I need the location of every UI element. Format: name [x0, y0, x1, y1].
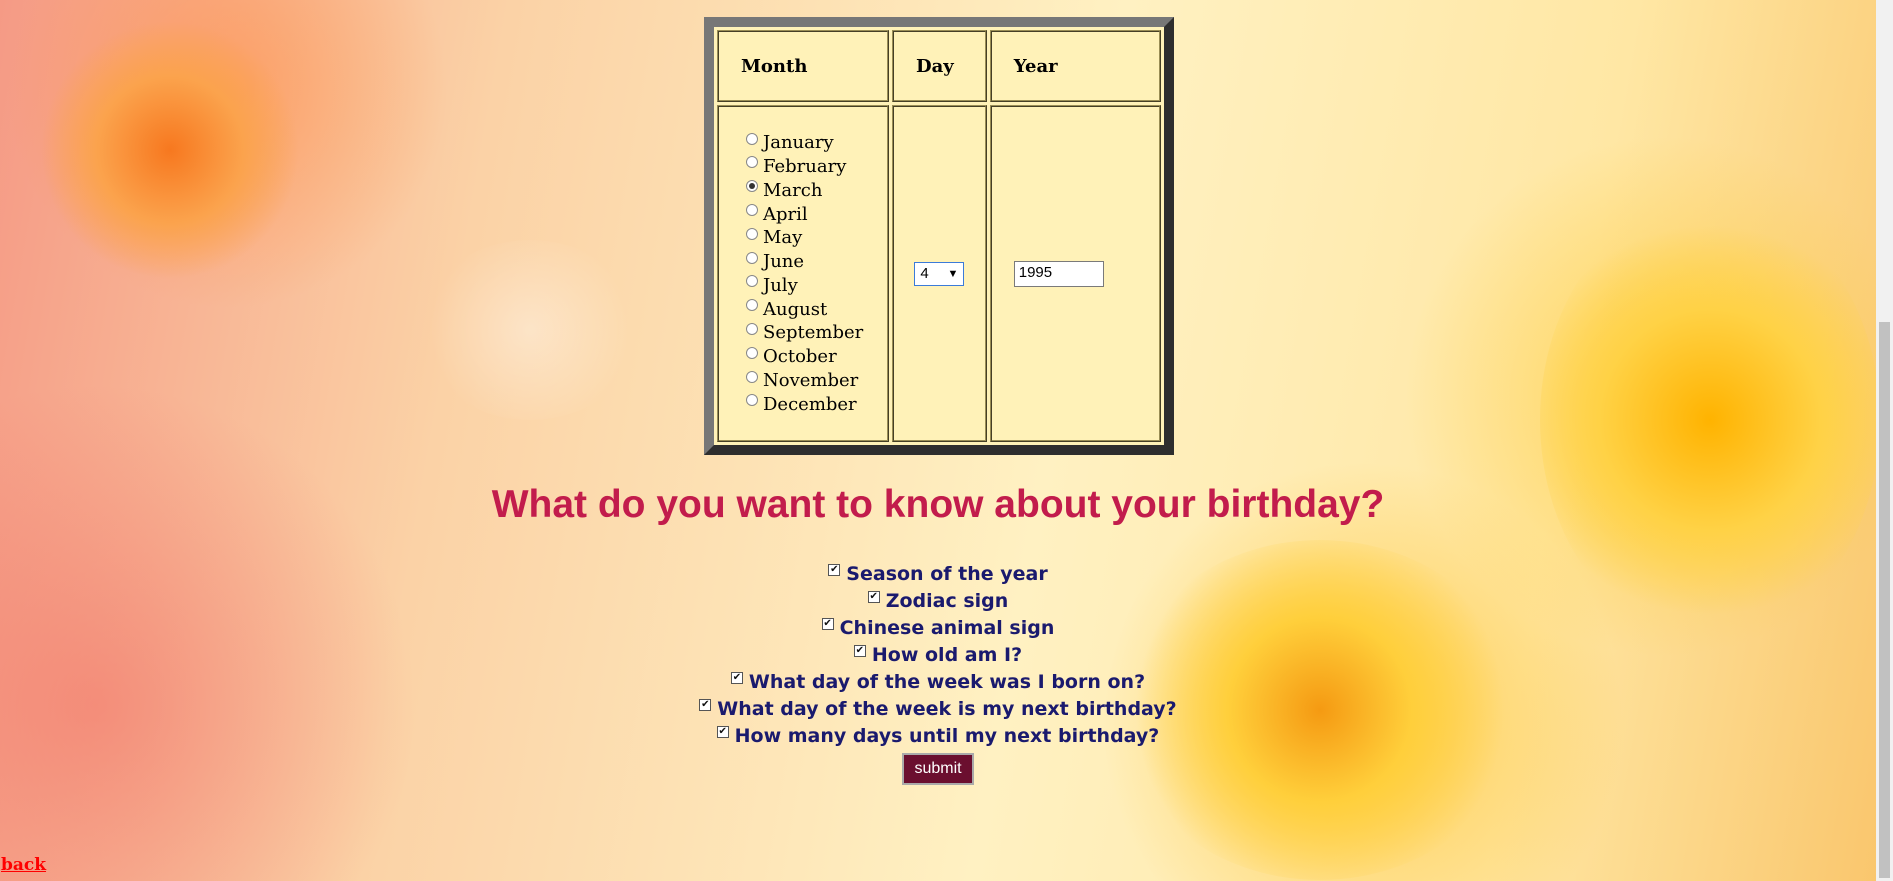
month-label: July [763, 274, 798, 296]
month-option-october[interactable]: October [746, 345, 886, 369]
question-heading: What do you want to know about your birt… [491, 483, 1385, 526]
radio-button[interactable] [746, 370, 758, 383]
birthdate-table: Month Day Year January February March April… [704, 17, 1174, 455]
checkbox[interactable]: ✔ [716, 725, 729, 738]
option-label: What day of the week was I born on? [748, 670, 1146, 693]
month-option-february[interactable]: February [746, 155, 886, 179]
radio-button[interactable] [746, 299, 758, 312]
dropdown-arrow-icon: ▼ [947, 267, 959, 280]
month-label: January [763, 132, 834, 154]
month-option-november[interactable]: November [746, 369, 886, 393]
day-select[interactable]: 4 ▼ [914, 261, 965, 286]
year-input[interactable]: 1995 [1013, 260, 1104, 287]
day-cell: 4 ▼ [892, 105, 987, 442]
checkbox[interactable]: ✔ [730, 671, 743, 684]
option-label: Zodiac sign [885, 589, 1009, 612]
month-option-august[interactable]: August [746, 297, 886, 321]
month-radio-group: January February March April May June July Augu… [717, 105, 889, 442]
radio-button[interactable] [746, 346, 758, 359]
day-select-value: 4 [920, 265, 929, 282]
option-item[interactable]: ✔ What day of the week was I born on? [0, 668, 1876, 695]
month-header: Month [717, 30, 889, 102]
submit-button[interactable]: submit [902, 753, 974, 785]
month-option-may[interactable]: May [746, 226, 886, 250]
radio-button[interactable] [746, 322, 758, 335]
option-label: How many days until my next birthday? [734, 724, 1160, 747]
option-label: Chinese animal sign [839, 616, 1055, 639]
back-link[interactable]: back [1, 855, 46, 875]
page-scrollbar[interactable] [1876, 0, 1893, 881]
option-label: What day of the week is my next birthday… [717, 697, 1177, 720]
month-label: April [763, 203, 808, 225]
checkbox[interactable]: ✔ [867, 590, 880, 603]
month-label: February [763, 155, 847, 177]
day-header: Day [892, 30, 987, 102]
scrollbar-thumb[interactable] [1879, 322, 1890, 878]
month-label: March [763, 179, 823, 201]
flower-decoration [40, 20, 300, 280]
month-option-january[interactable]: January [746, 131, 886, 155]
checkbox[interactable]: ✔ [828, 563, 841, 576]
checkbox[interactable]: ✔ [699, 698, 712, 711]
year-cell: 1995 [989, 105, 1161, 442]
option-item[interactable]: ✔ Season of the year [0, 560, 1876, 587]
month-label: October [763, 346, 837, 368]
option-label: Season of the year [846, 562, 1048, 585]
month-option-june[interactable]: June [746, 250, 886, 274]
option-item[interactable]: ✔ How many days until my next birthday? [0, 722, 1876, 749]
butterfly-decoration [420, 240, 640, 420]
month-option-march[interactable]: March [746, 178, 886, 202]
radio-button[interactable] [746, 394, 758, 407]
radio-button[interactable] [746, 204, 758, 216]
radio-button[interactable] [746, 180, 758, 193]
option-item[interactable]: ✔ Chinese animal sign [0, 614, 1876, 641]
month-label: November [763, 370, 859, 392]
month-label: June [763, 251, 805, 273]
radio-button[interactable] [746, 251, 758, 264]
checkbox[interactable]: ✔ [853, 644, 866, 657]
option-item[interactable]: ✔ Zodiac sign [0, 587, 1876, 614]
radio-button[interactable] [746, 275, 758, 288]
option-item[interactable]: ✔ How old am I? [0, 641, 1876, 668]
radio-button[interactable] [746, 227, 758, 240]
month-option-april[interactable]: April [746, 202, 886, 226]
option-item[interactable]: ✔ What day of the week is my next birthda… [0, 695, 1876, 722]
options-list: ✔ Season of the year ✔ Zodiac sign ✔ Chinese … [0, 560, 1876, 749]
radio-button[interactable] [746, 132, 758, 145]
month-label: December [763, 393, 857, 415]
month-label: May [763, 227, 803, 249]
month-label: August [763, 298, 828, 320]
month-label: September [763, 322, 864, 344]
month-option-september[interactable]: September [746, 321, 886, 345]
radio-button[interactable] [746, 156, 758, 169]
year-header: Year [989, 30, 1161, 102]
month-option-december[interactable]: December [746, 392, 886, 416]
checkbox[interactable]: ✔ [821, 617, 834, 630]
option-label: How old am I? [871, 643, 1023, 666]
month-option-july[interactable]: July [746, 274, 886, 298]
